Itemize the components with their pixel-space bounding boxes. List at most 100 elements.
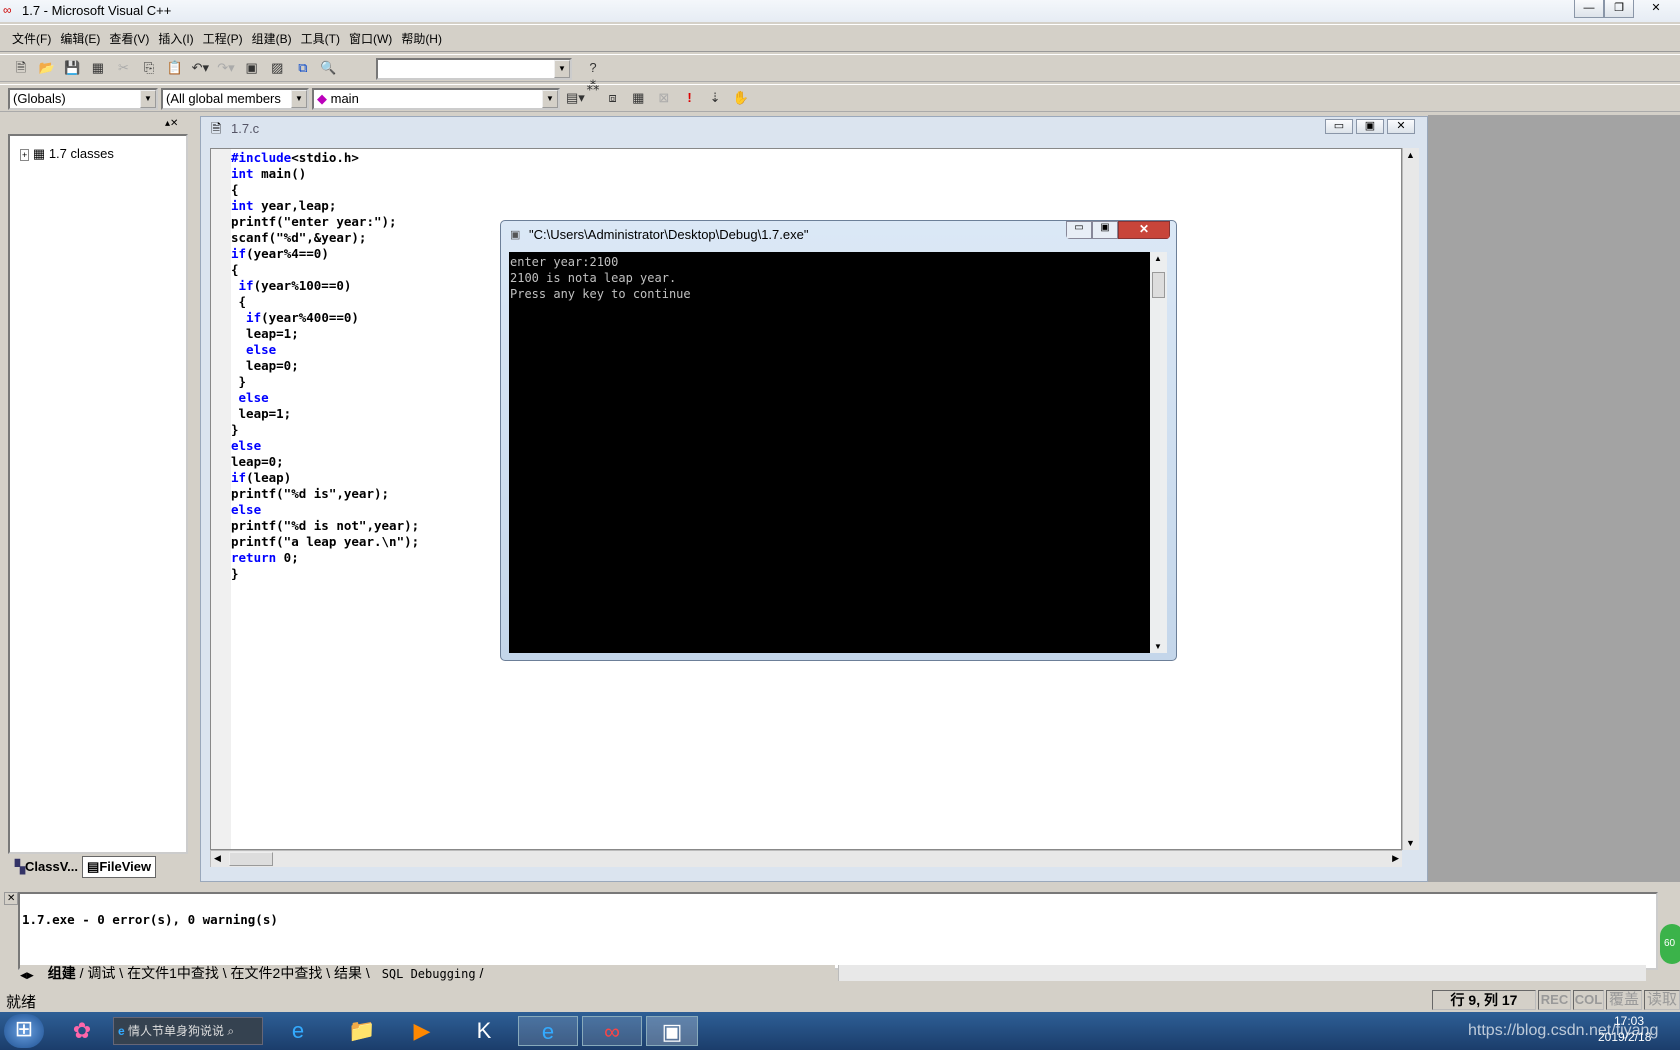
chevron-down-icon[interactable]: ▼ [542, 90, 558, 108]
media-player-icon[interactable]: ▶ [400, 1016, 444, 1046]
wizard-action-icon[interactable]: ▤▾ [566, 89, 585, 107]
code-text: main() [253, 166, 307, 181]
scroll-up-icon[interactable]: ▲ [1154, 254, 1162, 263]
go-icon[interactable]: ⇣ [706, 89, 724, 107]
find-icon[interactable]: ?⁂ [584, 59, 602, 93]
code-text: scanf("%d",&year); [231, 230, 367, 245]
tab-debug[interactable]: 调试 [87, 965, 115, 981]
scope-combo[interactable]: (Globals) ▼ [8, 88, 158, 110]
code-line: leap=0; [231, 358, 299, 374]
output-hscrollbar[interactable] [838, 965, 1646, 981]
scroll-right-icon[interactable]: ▶ [1392, 853, 1399, 864]
vc-window-button[interactable]: ∞ [582, 1016, 642, 1046]
chevron-down-icon[interactable]: ▼ [554, 60, 570, 78]
console-maximize-button[interactable]: ▣ [1092, 221, 1118, 239]
app-360-icon[interactable]: ✿ [60, 1016, 104, 1046]
tab-build[interactable]: 组建 [48, 965, 76, 981]
workspace-icon[interactable]: ▣ [243, 59, 261, 77]
horizontal-scrollbar[interactable]: ◀ ▶ [210, 850, 1402, 867]
undo-icon[interactable]: ↶▾ [191, 59, 209, 77]
console-scrollbar[interactable]: ▲ ▼ [1150, 252, 1167, 653]
menu-help[interactable]: 帮助(H) [401, 25, 442, 53]
close-output-icon[interactable]: ✕ [4, 892, 19, 905]
menu-build[interactable]: 组建(B) [252, 25, 292, 53]
menu-view[interactable]: 查看(V) [109, 25, 149, 53]
kugou-icon[interactable]: K [462, 1016, 506, 1046]
console-close-button[interactable]: ✕ [1118, 221, 1170, 239]
tab-classview[interactable]: ▚ClassV... [11, 857, 82, 877]
find-combo[interactable]: ▼ [376, 58, 572, 80]
ie-window-button[interactable]: e [518, 1016, 578, 1046]
redo-icon[interactable]: ↷▾ [217, 59, 235, 77]
code-line: } [231, 422, 239, 438]
clock-time[interactable]: 17:03 [1614, 1014, 1644, 1028]
members-combo[interactable]: (All global members ▼ [161, 88, 309, 110]
menu-edit[interactable]: 编辑(E) [60, 25, 100, 53]
find-in-files-icon[interactable]: 🔍 [320, 59, 338, 77]
open-icon[interactable]: 📂 [38, 59, 56, 77]
scroll-down-icon[interactable]: ▼ [1154, 642, 1162, 651]
scroll-left-icon[interactable]: ◀ [214, 853, 221, 864]
minimize-button[interactable]: — [1574, 0, 1604, 18]
badge: 60 [1660, 924, 1680, 964]
tab-find1[interactable]: 在文件1中查找 [127, 965, 219, 981]
code-keyword: return [231, 550, 277, 565]
class-tree: + ▦ 1.7 classes [8, 134, 188, 854]
classes-icon: ▦ [32, 146, 46, 161]
close-button[interactable]: ✕ [1634, 0, 1678, 18]
menu-tools[interactable]: 工具(T) [301, 25, 340, 53]
mdi-background [1428, 115, 1680, 882]
console-minimize-button[interactable]: ▭ [1066, 221, 1092, 239]
build-icon[interactable]: ▦ [629, 89, 647, 107]
vertical-scrollbar[interactable]: ▲ ▼ [1402, 148, 1419, 850]
menu-window[interactable]: 窗口(W) [349, 25, 392, 53]
start-button[interactable]: ⊞ [4, 1014, 44, 1048]
clock-date[interactable]: 2019/2/18 [1598, 1030, 1651, 1044]
search-box[interactable]: e 情人节单身狗说说 ⌕ [113, 1017, 263, 1045]
console-window-button[interactable]: ▣ [646, 1016, 698, 1046]
editor-restore-button[interactable]: ▣ [1356, 119, 1384, 134]
code-line: scanf("%d",&year); [231, 230, 366, 246]
output-icon[interactable]: ▨ [268, 59, 286, 77]
scroll-thumb[interactable] [229, 852, 273, 866]
tab-fileview[interactable]: ▤FileView [82, 856, 157, 878]
output-text: 1.7.exe - 0 error(s), 0 warning(s) [18, 892, 1658, 970]
read-indicator: 读取 [1644, 990, 1680, 1010]
explorer-icon[interactable]: 📁 [340, 1016, 384, 1046]
code-text: printf("%d is",year); [231, 486, 390, 501]
tab-sql-debugging[interactable]: SQL Debugging [382, 967, 476, 981]
new-file-icon[interactable]: 🗎 [12, 59, 30, 77]
restore-button[interactable]: ❐ [1604, 0, 1634, 18]
breakpoint-icon[interactable]: ✋ [732, 89, 750, 107]
editor-title: 1.7.c [231, 121, 260, 136]
tab-scroll-icon[interactable]: ◀▶ [20, 970, 34, 980]
ie-taskbar-icon[interactable]: e [276, 1016, 320, 1046]
cut-icon[interactable]: ✂ [115, 59, 133, 77]
scroll-up-icon[interactable]: ▲ [1406, 150, 1415, 160]
tab-find2[interactable]: 在文件2中查找 [231, 965, 323, 981]
output-panel: ✕ 1.7.exe - 0 error(s), 0 warning(s) ◀▶ … [0, 886, 1680, 986]
scroll-thumb[interactable] [1152, 272, 1165, 298]
copy-icon[interactable]: ⎘ [140, 59, 158, 77]
tree-item-classes[interactable]: + ▦ 1.7 classes [20, 146, 114, 162]
scroll-down-icon[interactable]: ▼ [1406, 838, 1415, 848]
menu-insert[interactable]: 插入(I) [158, 25, 193, 53]
stop-build-icon[interactable]: ⊠ [655, 89, 673, 107]
save-all-icon[interactable]: ▦ [89, 59, 107, 77]
execute-icon[interactable]: ! [681, 89, 699, 107]
menu-file[interactable]: 文件(F) [12, 25, 51, 53]
windows-icon[interactable]: ⧉ [294, 59, 312, 77]
chevron-down-icon[interactable]: ▼ [140, 90, 156, 108]
expand-icon[interactable]: + [20, 149, 30, 161]
editor-minimize-button[interactable]: ▭ [1325, 119, 1353, 134]
close-panel-icon[interactable]: ▴✕ [165, 118, 178, 129]
function-combo[interactable]: ◆ main ▼ [312, 88, 560, 110]
chevron-down-icon[interactable]: ▼ [291, 90, 307, 108]
editor-close-button[interactable]: ✕ [1387, 119, 1415, 134]
compile-icon[interactable]: ⧈ [604, 89, 622, 107]
tab-results[interactable]: 结果 [334, 965, 362, 981]
menu-project[interactable]: 工程(P) [203, 25, 243, 53]
console-line: enter year:2100 [510, 255, 619, 269]
paste-icon[interactable]: 📋 [166, 59, 184, 77]
save-icon[interactable]: 💾 [63, 59, 81, 77]
